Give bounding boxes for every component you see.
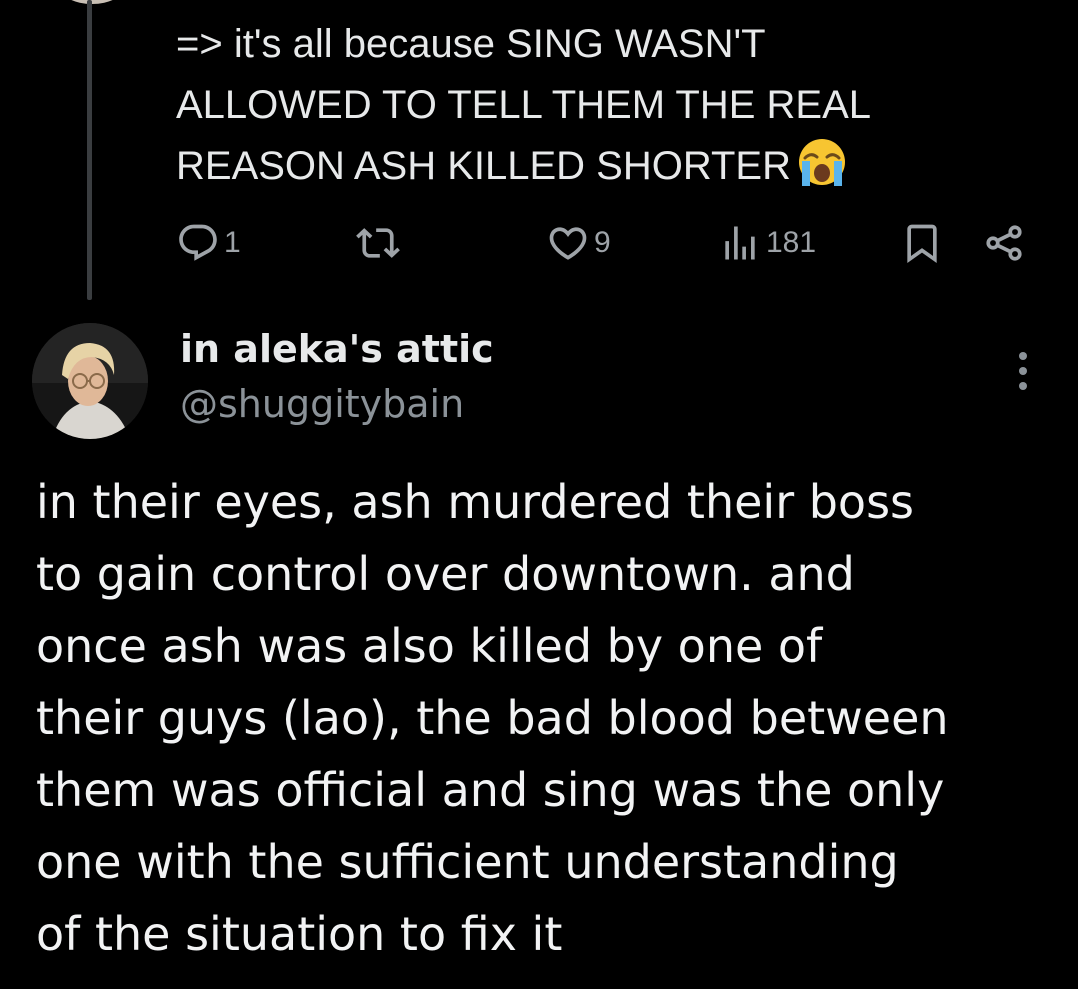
share-icon bbox=[982, 221, 1026, 265]
author-name[interactable]: in aleka's attic bbox=[180, 323, 494, 375]
bookmark-button[interactable] bbox=[900, 215, 944, 271]
previous-tweet-actions-bar: 1 9 181 bbox=[0, 215, 1078, 271]
reply-count: 1 bbox=[224, 226, 241, 259]
retweet-button[interactable] bbox=[356, 215, 404, 271]
bookmark-icon bbox=[900, 221, 944, 265]
like-icon bbox=[546, 221, 590, 265]
reply-button[interactable]: 1 bbox=[176, 215, 241, 271]
more-options-button[interactable] bbox=[1008, 348, 1038, 394]
retweet-icon bbox=[356, 221, 400, 265]
author-avatar[interactable] bbox=[32, 323, 148, 439]
more-icon bbox=[1008, 352, 1038, 398]
like-count: 9 bbox=[594, 226, 611, 259]
previous-tweet-text-content: => it's all because SING WASN'T ALLOWED … bbox=[176, 22, 872, 188]
views-button[interactable]: 181 bbox=[718, 215, 816, 271]
crying-face-emoji-icon bbox=[797, 137, 847, 187]
tweet-text: in their eyes, ash murdered their boss t… bbox=[36, 475, 949, 961]
share-button[interactable] bbox=[982, 215, 1026, 271]
previous-author-avatar[interactable] bbox=[60, 0, 124, 4]
previous-tweet-text: => it's all because SING WASN'T ALLOWED … bbox=[176, 14, 1036, 197]
reply-icon bbox=[176, 221, 220, 265]
like-button[interactable]: 9 bbox=[546, 215, 611, 271]
views-count: 181 bbox=[766, 226, 817, 259]
author-handle[interactable]: @shuggitybain bbox=[180, 378, 464, 430]
views-icon bbox=[718, 221, 762, 265]
